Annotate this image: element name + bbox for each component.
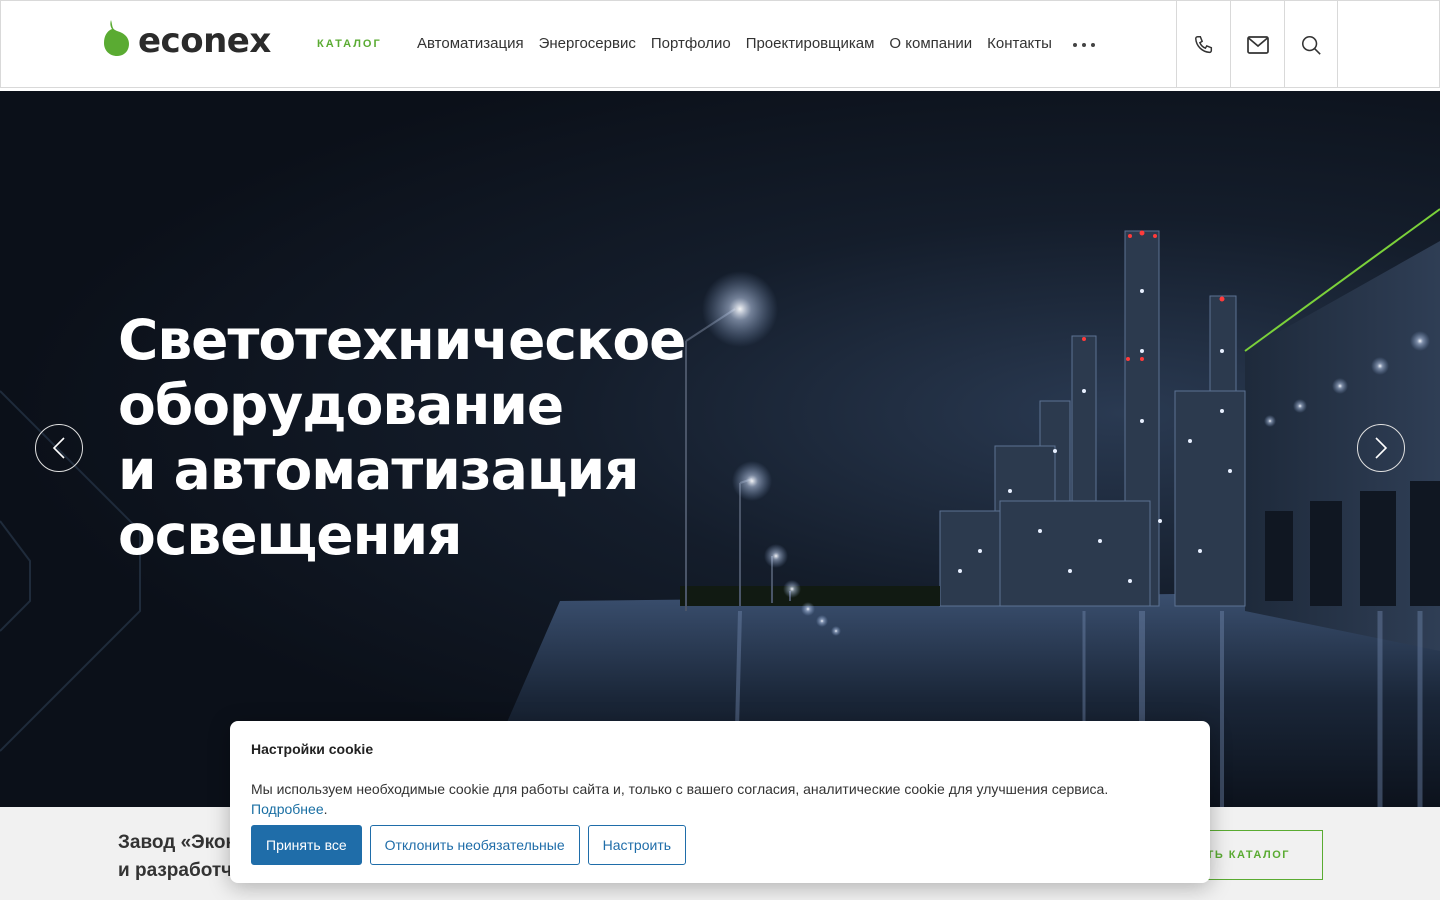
more-icon[interactable]	[1073, 41, 1101, 49]
phone-icon	[1194, 35, 1212, 53]
configure-cookies-button[interactable]: Настроить	[587, 825, 687, 865]
mail-button[interactable]	[1230, 1, 1284, 88]
mail-icon	[1246, 35, 1269, 54]
intro-text-line: и разработч	[118, 860, 233, 881]
nav-item-about[interactable]: О компании	[889, 35, 972, 52]
main-nav: Автоматизация Энергосервис Портфолио Про…	[417, 35, 1052, 52]
slider-next-button[interactable]	[1357, 424, 1405, 472]
logo-text: econex	[138, 21, 271, 61]
hero-slider: Светотехническое оборудование и автомати…	[0, 91, 1440, 807]
phone-button[interactable]	[1176, 1, 1230, 88]
hero-title-line: оборудование	[118, 373, 564, 437]
search-icon	[1301, 35, 1321, 55]
nav-item-contacts[interactable]: Контакты	[987, 35, 1052, 52]
logo[interactable]: econex	[103, 17, 271, 59]
hero-title-line: освещения	[118, 503, 462, 567]
slider-prev-button[interactable]	[35, 424, 83, 472]
catalog-link[interactable]: КАТАЛОГ	[317, 38, 382, 50]
hero-title: Светотехническое оборудование и автомати…	[118, 308, 686, 568]
pear-logo-icon	[103, 18, 131, 58]
nav-item-designers[interactable]: Проектировщикам	[746, 35, 875, 52]
cookie-text: Мы используем необходимые cookie для раб…	[251, 779, 1189, 819]
search-button[interactable]	[1284, 1, 1338, 88]
hero-title-line: и автоматизация	[118, 438, 639, 502]
cookie-title: Настройки cookie	[251, 741, 374, 757]
intro-text-line: Завод «Экон	[118, 832, 238, 853]
cookie-banner: Настройки cookie Мы используем необходим…	[230, 721, 1210, 883]
cookie-description: Мы используем необходимые cookie для раб…	[251, 781, 1109, 797]
accept-all-button[interactable]: Принять все	[251, 825, 362, 865]
chevron-right-icon	[1375, 437, 1388, 459]
site-header: econex КАТАЛОГ Автоматизация Энергосерви…	[0, 0, 1440, 88]
hero-title-line: Светотехническое	[118, 308, 686, 372]
nav-item-energy-service[interactable]: Энергосервис	[539, 35, 636, 52]
cookie-period: .	[323, 801, 328, 817]
cookie-actions: Принять все Отклонить необязательные Нас…	[251, 825, 687, 865]
nav-item-portfolio[interactable]: Портфолио	[651, 35, 731, 52]
intro-text: Завод «Экон и разработч	[118, 829, 237, 885]
chevron-left-icon	[52, 437, 65, 459]
nav-item-automation[interactable]: Автоматизация	[417, 35, 524, 52]
decline-optional-button[interactable]: Отклонить необязательные	[369, 825, 580, 865]
cookie-more-link[interactable]: Подробнее	[251, 801, 324, 817]
